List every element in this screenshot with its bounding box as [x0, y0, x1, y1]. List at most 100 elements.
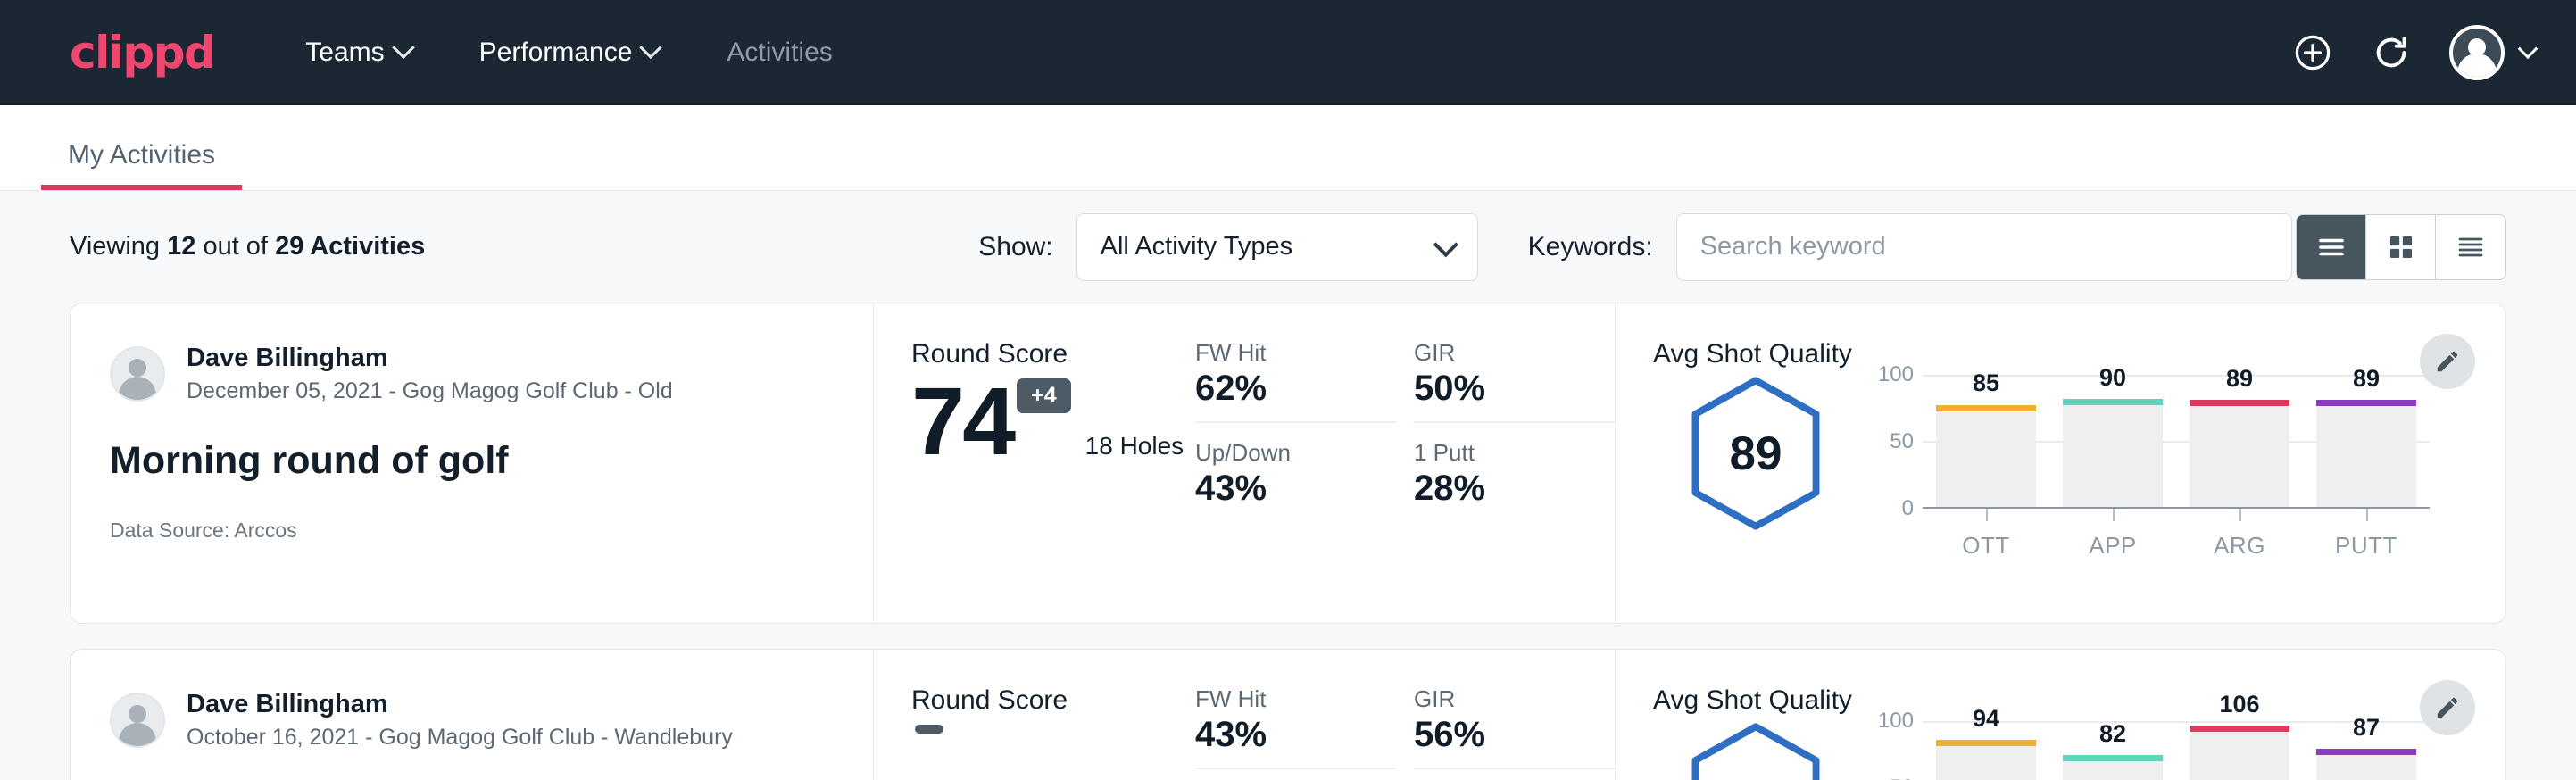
avatar [110, 346, 165, 402]
stats-grid: FW Hit 43% GIR 56% [1195, 650, 1615, 780]
stat-value: 56% [1414, 715, 1591, 755]
stat-fw-hit: FW Hit 62% [1195, 339, 1396, 423]
bar-putt: 87 [2316, 721, 2416, 780]
account-avatar[interactable] [2449, 25, 2535, 80]
top-nav-actions [2292, 25, 2535, 80]
stat-label: FW Hit [1195, 339, 1373, 367]
bar-arg: 106 [2190, 721, 2289, 780]
round-score-label: Round Score [911, 339, 1195, 369]
main-content: Viewing 12 out of 29 Activities Show: Al… [0, 191, 2576, 780]
bar-value-label: 87 [2316, 714, 2416, 742]
primary-nav: Teams Performance Activities [296, 30, 841, 75]
x-tick-label: APP [2089, 532, 2137, 559]
stat-fw-hit: FW Hit 43% [1195, 685, 1396, 769]
stat-value: 43% [1195, 469, 1373, 509]
y-tick: 100 [1878, 362, 1914, 387]
round-score-value-row [911, 719, 1195, 734]
stat-1-putt [1414, 769, 1615, 780]
round-score-value-row: 74 +4 18 Holes [911, 373, 1195, 469]
bar-ott: 94 [1936, 721, 2036, 780]
stat-value: 43% [1195, 715, 1373, 755]
bar-arg: 89 [2190, 375, 2289, 507]
score-to-par-badge: +4 [1017, 378, 1071, 413]
nav-item-performance-label: Performance [479, 37, 633, 68]
tab-my-activities-label: My Activities [68, 140, 215, 170]
clippd-logo[interactable]: clippd [70, 27, 214, 79]
stat-gir: GIR 56% [1414, 685, 1615, 769]
viewing-count-text: Viewing 12 out of 29 Activities [70, 232, 425, 261]
avg-shot-quality-body: 89 100 50 0 [1653, 375, 2505, 560]
stat-label: GIR [1414, 685, 1591, 713]
round-score-label: Round Score [911, 685, 1195, 716]
x-tick-label: OTT [1962, 532, 2010, 559]
chevron-down-icon [2518, 38, 2539, 59]
bar-value-label: 85 [1936, 369, 2036, 397]
chart-x-axis: OTT APP ARG PUTT [1923, 509, 2430, 560]
x-tick-label: PUTT [2335, 532, 2397, 559]
data-source-label: Data Source: Arccos [110, 519, 834, 543]
bar-app: 90 [2063, 375, 2163, 507]
edit-activity-button[interactable] [2420, 334, 2475, 389]
viewing-count: 12 [167, 232, 195, 261]
shot-quality-bar-chart: 100 50 0 85 [1858, 375, 2430, 560]
bar-value-label: 90 [2063, 364, 2163, 392]
search-input[interactable] [1676, 213, 2292, 281]
activity-info-column: Dave Billingham October 16, 2021 - Gog M… [71, 650, 874, 780]
avatar [2449, 25, 2505, 80]
nav-item-activities-label: Activities [727, 37, 832, 68]
grid-view-button[interactable] [2366, 215, 2436, 279]
bar-ott: 85 [1936, 375, 2036, 507]
activity-card[interactable]: Dave Billingham December 05, 2021 - Gog … [70, 303, 2506, 624]
stat-up-down: Up/Down 43% [1195, 423, 1396, 509]
chart-plot-area: 85 90 89 [1923, 375, 2430, 509]
bar-value-label: 89 [2316, 365, 2416, 393]
quality-hexagon [1685, 721, 1826, 780]
edit-activity-button[interactable] [2420, 680, 2475, 735]
stat-value: 50% [1414, 369, 1591, 409]
activity-type-select[interactable]: All Activity Types [1076, 213, 1478, 281]
show-label: Show: [978, 232, 1052, 262]
quality-hexagon-wrap: 89 [1653, 375, 1858, 532]
show-filter-group: Show: All Activity Types [978, 213, 1477, 281]
bar-value-label: 89 [2190, 365, 2289, 393]
stat-value: 62% [1195, 369, 1373, 409]
bar-app: 82 [2063, 721, 2163, 780]
bar-value-label: 106 [2190, 691, 2289, 718]
avatar [110, 693, 165, 748]
quality-score-value: 89 [1685, 375, 1826, 532]
compact-view-button[interactable] [2436, 215, 2505, 279]
activity-info-column: Dave Billingham December 05, 2021 - Gog … [71, 303, 874, 623]
activity-card[interactable]: Dave Billingham October 16, 2021 - Gog M… [70, 649, 2506, 780]
activity-meta: October 16, 2021 - Gog Magog Golf Club -… [187, 722, 733, 753]
filter-bar: Viewing 12 out of 29 Activities Show: Al… [70, 191, 2506, 303]
add-circle-icon[interactable] [2292, 32, 2333, 73]
stat-label: GIR [1414, 339, 1591, 367]
avg-shot-quality-column: Avg Shot Quality 100 50 [1615, 650, 2505, 780]
refresh-icon[interactable] [2371, 32, 2412, 73]
player-name: Dave Billingham [187, 687, 733, 722]
player-block: Dave Billingham December 05, 2021 - Gog … [110, 341, 834, 407]
nav-item-teams-label: Teams [305, 37, 384, 68]
list-view-button[interactable] [2297, 215, 2366, 279]
stat-label: FW Hit [1195, 685, 1373, 713]
viewing-prefix: Viewing [70, 232, 160, 261]
holes-count: 18 Holes [1085, 432, 1184, 469]
round-score-column: Round Score 74 +4 18 Holes [874, 303, 1195, 623]
chart-y-axis: 100 50 0 [1867, 721, 1923, 780]
nav-item-teams[interactable]: Teams [296, 30, 420, 75]
player-block: Dave Billingham October 16, 2021 - Gog M… [110, 687, 834, 753]
avg-shot-quality-column: Avg Shot Quality 89 100 50 [1615, 303, 2505, 623]
tab-my-activities[interactable]: My Activities [41, 140, 242, 190]
round-score-value: 74 [911, 373, 1013, 469]
nav-item-performance[interactable]: Performance [470, 30, 669, 75]
avg-shot-quality-label: Avg Shot Quality [1653, 685, 2505, 716]
nav-item-activities[interactable]: Activities [718, 30, 841, 75]
bar-putt: 89 [2316, 375, 2416, 507]
quality-hexagon-wrap [1653, 721, 1858, 780]
keywords-label: Keywords: [1528, 232, 1653, 262]
activity-type-select-value: All Activity Types [1101, 232, 1292, 261]
shot-quality-bar-chart: 100 50 0 94 [1858, 721, 2430, 780]
tab-bar: My Activities [0, 105, 2576, 191]
x-tick-label: ARG [2214, 532, 2265, 559]
chart-bars: 85 90 89 [1923, 375, 2430, 507]
